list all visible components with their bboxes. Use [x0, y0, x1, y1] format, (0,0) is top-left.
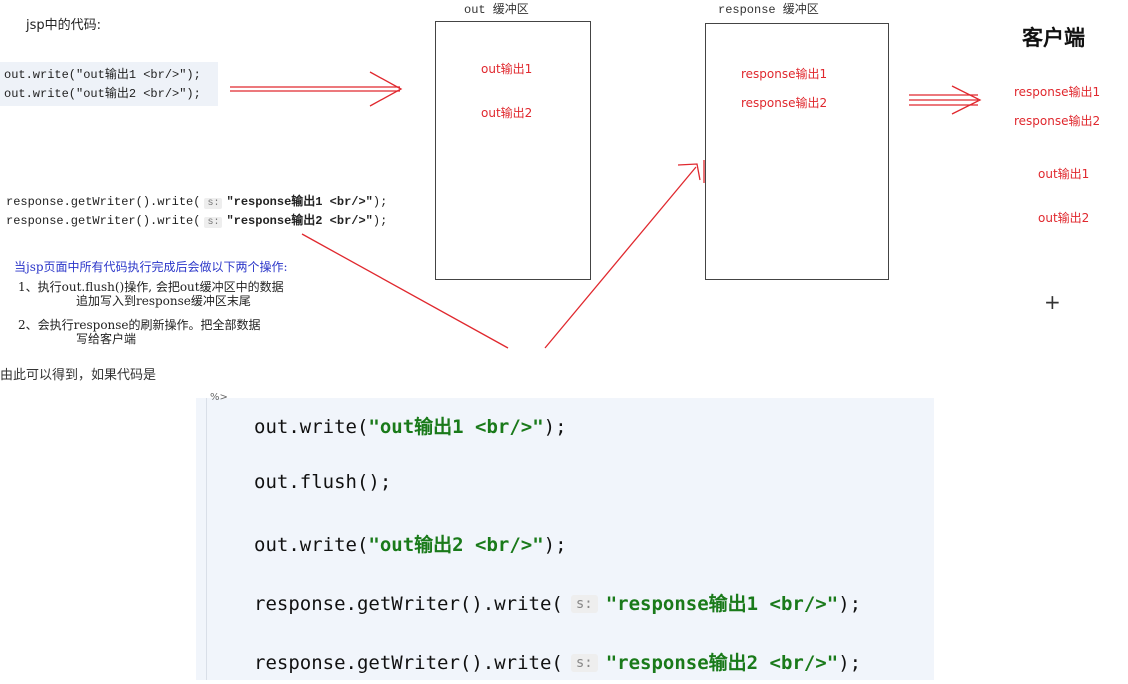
- code-string: "out输出2 <br/>": [368, 534, 544, 556]
- caption-text: 由此可以得到，如果代码是: [0, 368, 157, 383]
- code-suffix: );: [543, 534, 567, 556]
- param-hint: s:: [570, 654, 598, 672]
- code-line-1: out.write("out输出1 <br/>");: [254, 412, 567, 439]
- arrow-to-client: [909, 85, 982, 115]
- param-hint: s:: [570, 595, 598, 613]
- code-prefix: out.write(: [254, 416, 369, 438]
- fold-marker-top: %>: [210, 392, 228, 403]
- code-suffix: );: [543, 416, 567, 438]
- code-suffix: );: [838, 593, 862, 615]
- code-prefix: response.getWriter().write(: [254, 593, 563, 615]
- code-line-5: response.getWriter().write( s: "response输出…: [254, 648, 861, 675]
- code-prefix: out.write(: [254, 534, 369, 556]
- code-string: "response输出1 <br/>": [605, 593, 839, 615]
- code-gutter: [206, 398, 207, 680]
- code-block: %> out.write("out输出1 <br/>"); out.flush(…: [196, 392, 934, 680]
- code-line-2: out.flush();: [254, 471, 391, 493]
- code-line-4: response.getWriter().write( s: "response输出…: [254, 589, 861, 616]
- arrow-to-out-buffer: [230, 71, 403, 107]
- code-string: "response输出2 <br/>": [605, 652, 839, 674]
- arrow-to-response-buffer: [301, 160, 705, 349]
- code-prefix: response.getWriter().write(: [254, 652, 563, 674]
- explanation-diagram: jsp中的代码: out.write("out输出1 <br/>"); out.…: [0, 0, 1128, 350]
- code-suffix: );: [838, 652, 862, 674]
- flow-arrows: [230, 71, 982, 349]
- code-line-3: out.write("out输出2 <br/>");: [254, 530, 567, 557]
- code-string: "out输出1 <br/>": [368, 416, 544, 438]
- code-prefix: out.flush();: [254, 471, 392, 493]
